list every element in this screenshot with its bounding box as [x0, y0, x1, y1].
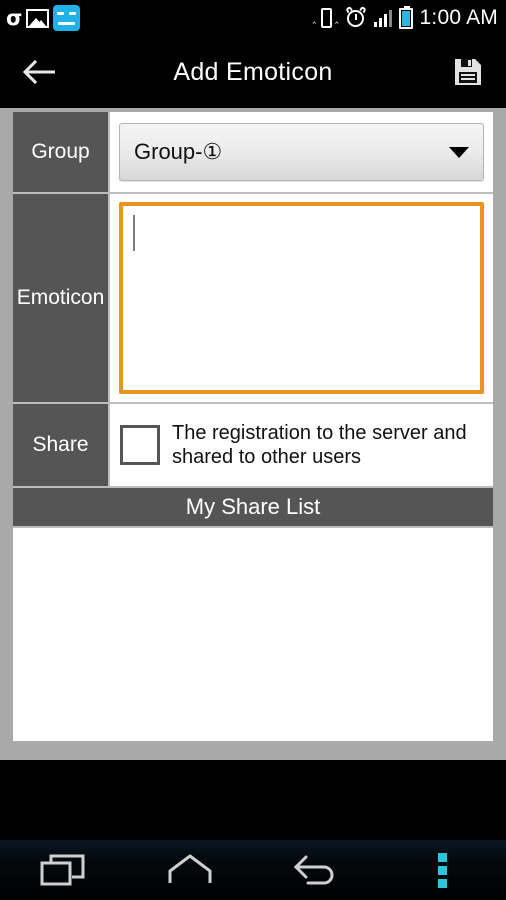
group-label: Group	[13, 112, 110, 192]
group-dropdown-value: Group-①	[134, 139, 223, 164]
share-row: Share The registration to the server and…	[13, 404, 493, 488]
page-title: Add Emoticon	[173, 57, 333, 86]
group-row: Group Group-①	[13, 112, 493, 194]
emoticon-input[interactable]	[119, 202, 484, 394]
navigation-bar	[0, 840, 506, 900]
share-checkbox[interactable]	[120, 425, 160, 465]
status-bar: σ ‸ ‸ 1:00 AM	[0, 0, 506, 36]
text-cursor	[133, 215, 135, 251]
emoticon-label: Emoticon	[13, 194, 110, 402]
form-panel: Group Group-① Emoticon Share The registr…	[13, 112, 493, 741]
chevron-down-icon	[449, 146, 469, 158]
share-field: The registration to the server and share…	[110, 404, 493, 486]
back-arrow-icon[interactable]	[18, 50, 62, 94]
recents-icon[interactable]	[0, 840, 127, 900]
signal-icon	[373, 9, 392, 27]
share-label: Share	[13, 404, 110, 486]
home-icon[interactable]	[127, 840, 254, 900]
group-field: Group-①	[110, 112, 493, 192]
vibrate-icon: ‸ ‸	[313, 7, 339, 29]
content-area: Group Group-① Emoticon Share The registr…	[0, 108, 506, 760]
bottom-black-area	[0, 760, 506, 840]
overflow-menu-icon[interactable]	[380, 840, 506, 900]
title-bar: Add Emoticon	[0, 36, 506, 108]
picture-icon	[26, 8, 50, 28]
emoticon-field	[110, 194, 493, 402]
status-clock: 1:00 AM	[419, 6, 498, 29]
sigma-icon: σ	[6, 6, 23, 30]
back-icon[interactable]	[253, 840, 380, 900]
phone-screen: σ ‸ ‸ 1:00 AM Add Emoticon Group Group-①…	[0, 0, 506, 900]
alarm-icon	[344, 5, 367, 29]
share-checkbox-label: The registration to the server and share…	[172, 421, 467, 468]
status-bar-left-icons: σ	[0, 5, 81, 31]
battery-icon	[398, 5, 413, 29]
group-dropdown[interactable]: Group-①	[119, 123, 484, 181]
status-bar-right-icons: ‸ ‸ 1:00 AM	[313, 5, 506, 30]
save-floppy-icon[interactable]	[446, 50, 490, 94]
share-list-body[interactable]	[13, 528, 493, 741]
emoticon-row: Emoticon	[13, 194, 493, 404]
share-list-header: My Share List	[13, 488, 493, 528]
face-icon	[53, 5, 81, 31]
